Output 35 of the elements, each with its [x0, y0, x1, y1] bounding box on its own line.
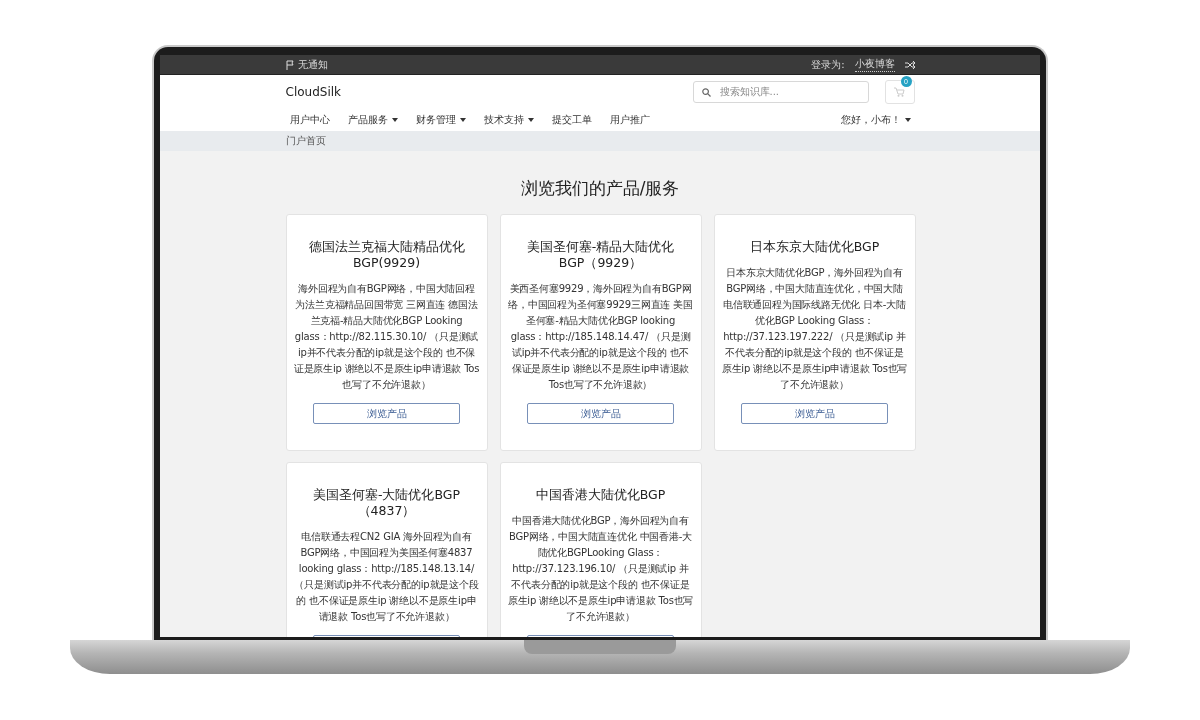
product-description: 美西圣何塞9929，海外回程为自有BGP网络，中国回程为圣何塞9929三网直连 美国圣何塞-精品大陆优化BGP looking glass：http://185.148.14.47/ （只是测试ip并不代表分配的ip就是这个段的 也不保证是原生ip 谢绝以不是原生ip申请退款 Tos也写了不允许退款）	[507, 282, 694, 392]
product-title: 中国香港大陆优化BGP	[534, 487, 667, 503]
search-icon	[701, 87, 711, 97]
search-field[interactable]: 搜索知识库...	[692, 80, 869, 103]
user-menu[interactable]: 您好，小布！	[836, 112, 915, 127]
product-title: 美国圣何塞-大陆优化BGP（4837）	[311, 487, 462, 519]
nav-item[interactable]: 财务管理	[411, 112, 470, 127]
breadcrumb-item[interactable]: 门户首页	[285, 134, 326, 148]
caret-icon	[527, 117, 534, 122]
caret-icon	[391, 117, 398, 122]
browse-button[interactable]: 浏览产品	[741, 403, 888, 424]
shuffle-icon[interactable]	[904, 60, 915, 69]
product-title: 德国法兰克福大陆精品优化BGP(9929)	[307, 239, 466, 271]
flag-icon	[285, 59, 295, 70]
nav-item[interactable]: 产品服务	[343, 112, 402, 127]
username-link[interactable]: 小夜博客	[854, 57, 895, 72]
product-description: 中国香港大陆优化BGP，海外回程为自有BGP网络，中国大陆直连优化 中国香港-大陆优化BGPLooking Glass：http://37.123.196.10/ （只是测试ip 并不代表分配的ip就是这个段的 也不保证是原生ip 谢绝以不是原生ip申请退款 Tos也写了不允许退款）	[507, 514, 694, 624]
product-description: 日本东京大陆优化BGP，海外回程为自有BGP网络，中国大陆直连优化，中国大陆电信联通回程为国际线路无优化 日本-大陆优化BGP Looking Glass：http://37.123.197.222/ （只是测试ip 并不代表分配的ip就是这个段的 也不保证是原生ip 谢绝以不是原生ip申请退款 Tos也写了不允许退款）	[721, 266, 908, 392]
nav-item[interactable]: 提交工单	[547, 112, 596, 127]
page-heading: 浏览我们的产品/服务	[520, 177, 680, 200]
nav-item[interactable]: 用户推广	[605, 112, 654, 127]
browse-button[interactable]: 浏览产品	[527, 403, 674, 424]
brand-logo[interactable]: CloudSilk	[285, 84, 341, 99]
product-title: 美国圣何塞-精品大陆优化BGP（9929）	[525, 239, 676, 271]
product-title: 日本东京大陆优化BGP	[748, 239, 881, 255]
product-description: 电信联通去程CN2 GIA 海外回程为自有BGP网络，中国回程为美国圣何塞4837 looking glass：http://185.148.13.14/（只是测试ip并不代表分配的ip就是这个段的 也不保证是原生ip 谢绝以不是原生ip申请退款 Tos也写了不允许退款）	[293, 530, 480, 624]
notification-text[interactable]: 无通知	[297, 57, 328, 72]
cart-icon	[894, 86, 905, 97]
browse-button[interactable]: 浏览产品	[313, 403, 460, 424]
caret-icon	[904, 117, 911, 122]
login-label: 登录为:	[811, 57, 845, 72]
nav-item[interactable]: 技术支持	[479, 112, 538, 127]
product-description: 海外回程为自有BGP网络，中国大陆回程为法兰克福精品回国带宽 三网直连 德国法兰克福-精品大陆优化BGP Looking glass：http://82.115.30.10/ （只是测试ip并不代表分配的ip就是这个段的 也不保证是原生ip 谢绝以不是原生ip申请退款 Tos也写了不允许退款）	[293, 282, 480, 392]
nav-item[interactable]: 用户中心	[285, 112, 334, 127]
caret-icon	[459, 117, 466, 122]
